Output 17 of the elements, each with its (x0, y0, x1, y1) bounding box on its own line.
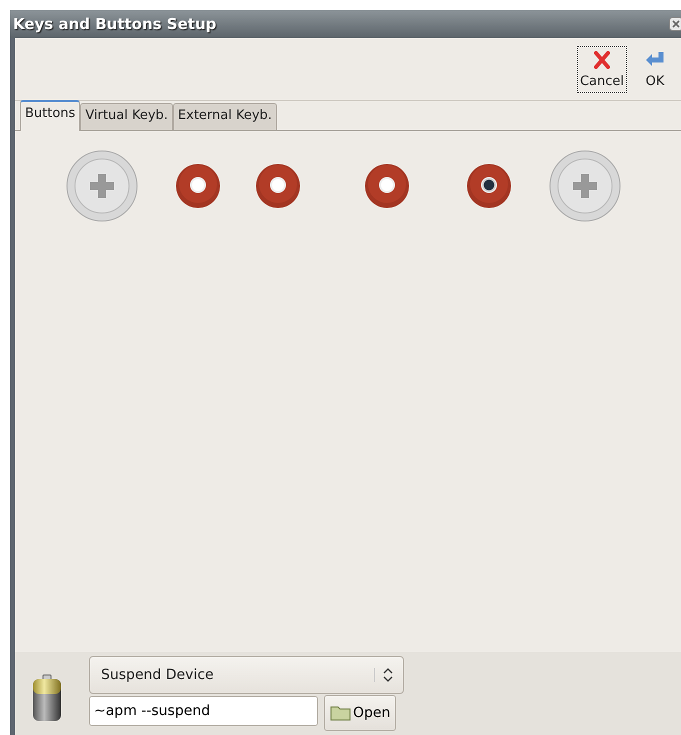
hardware-key-icon[interactable] (175, 163, 221, 209)
hardware-key-icon[interactable] (364, 163, 410, 209)
ok-button[interactable]: OK (641, 46, 669, 92)
folder-icon (330, 705, 352, 721)
command-field[interactable]: ~apm --suspend (89, 696, 318, 726)
close-icon (592, 50, 612, 70)
hardware-key-icon[interactable] (255, 163, 301, 209)
action-dropdown[interactable]: Suspend Device (89, 656, 404, 694)
tab[interactable]: External Keyb. (172, 103, 277, 130)
close-icon[interactable] (669, 17, 681, 31)
hardware-key-icon[interactable] (466, 163, 512, 209)
tab[interactable]: Buttons (20, 100, 80, 131)
tab[interactable]: Virtual Keyb. (80, 103, 173, 130)
cancel-button[interactable]: Cancel (576, 46, 627, 92)
open-button[interactable]: Open (324, 695, 396, 731)
window-title: Keys and Buttons Setup (13, 15, 216, 33)
up-down-icon (374, 668, 393, 682)
